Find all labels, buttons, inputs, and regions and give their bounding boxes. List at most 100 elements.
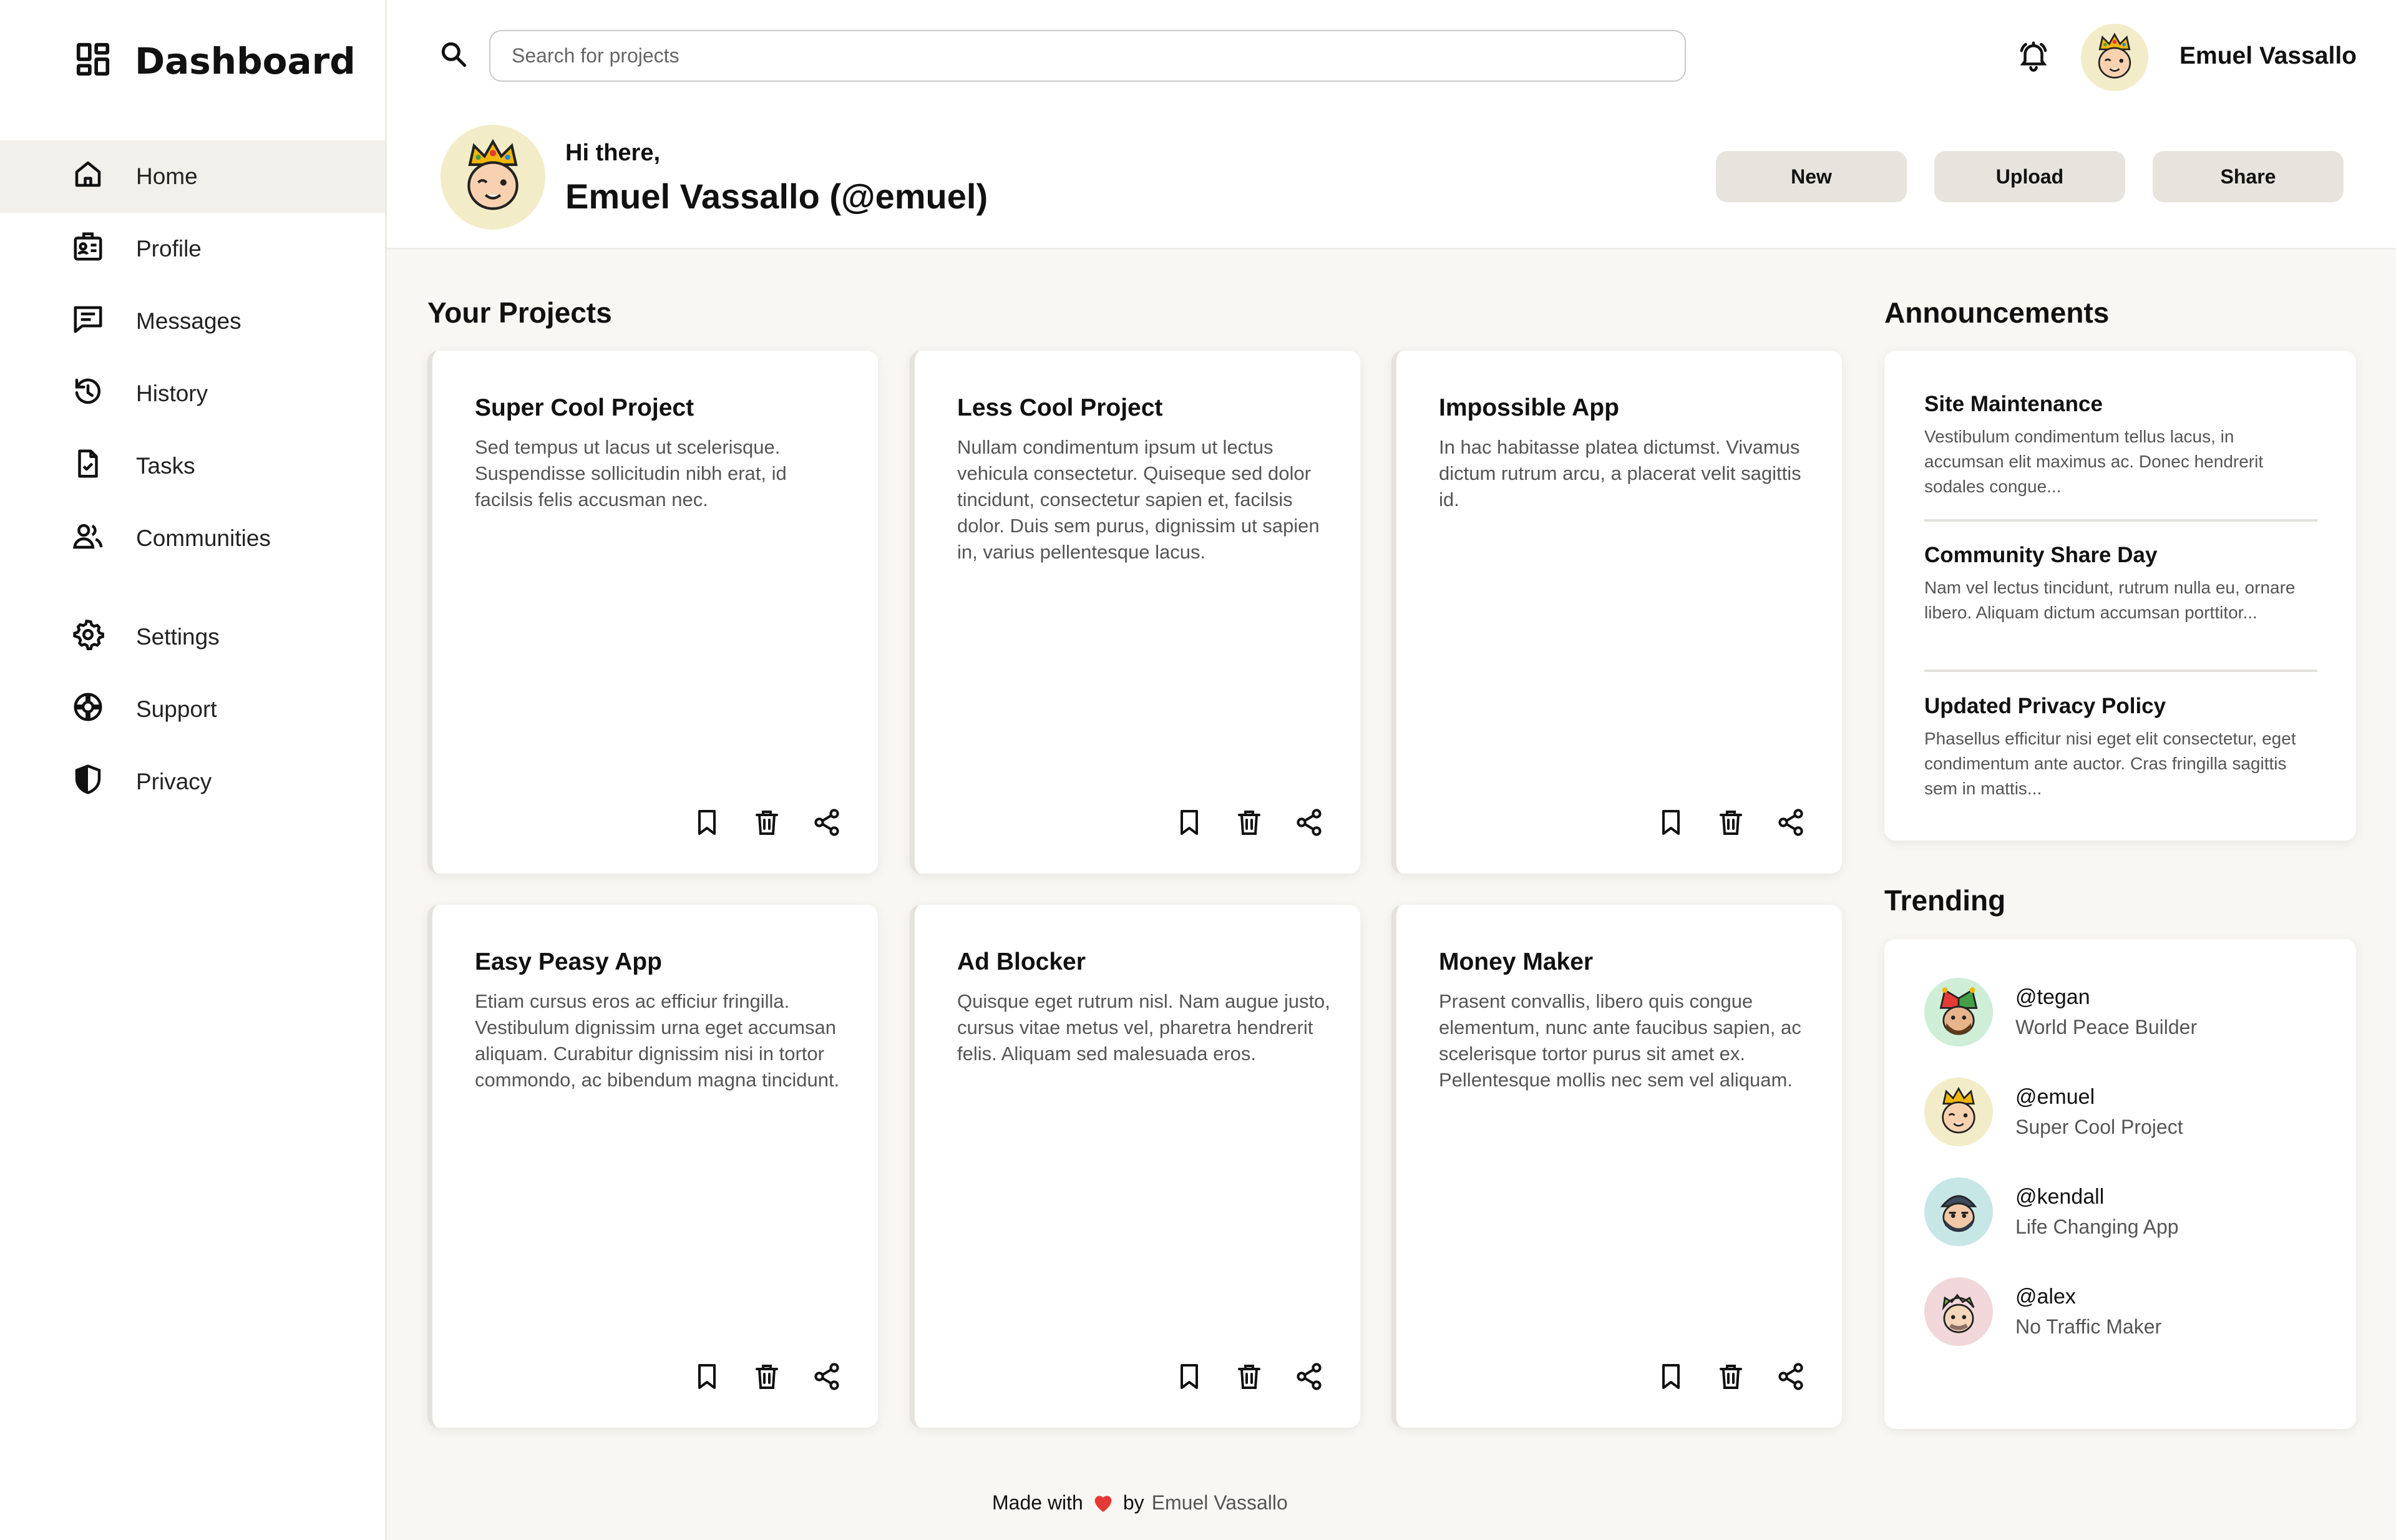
announcement-item[interactable]: Site Maintenance Vestibulum condimentum …: [1924, 392, 2317, 499]
share-button[interactable]: Share: [2153, 151, 2344, 202]
announcement-text: Nam vel lectus tincidunt, rutrum nulla e…: [1924, 578, 2296, 622]
notification-bell-icon[interactable]: [2017, 39, 2050, 72]
project-actions: [1174, 807, 1324, 837]
greeting-avatar: [441, 125, 545, 230]
trending-handle: @alex: [2015, 1285, 2076, 1309]
project-card[interactable]: Less Cool Project Nullam condimentum ipsu…: [910, 351, 1360, 874]
project-card[interactable]: Super Cool Project Sed tempus ut lacus ut…: [427, 351, 878, 874]
sidebar-item-label: Messages: [136, 308, 241, 334]
message-icon: [71, 302, 105, 341]
footer-by: by: [1123, 1491, 1144, 1514]
sidebar-item-label: Profile: [136, 236, 202, 261]
dashboard-grid-icon: [74, 40, 112, 82]
footer-made-with: Made with: [992, 1491, 1083, 1514]
bookmark-icon[interactable]: [1656, 1362, 1686, 1391]
share-icon[interactable]: [1776, 1362, 1806, 1391]
avatar: [1924, 1078, 1993, 1146]
greeting-text: Hi there,: [565, 140, 661, 166]
greeting-name: Emuel Vassallo (@emuel): [565, 177, 988, 216]
trending-info: @tegan World Peace Builder: [2015, 985, 2197, 1039]
share-icon[interactable]: [812, 1362, 842, 1391]
project-card[interactable]: Ad Blocker Quisque eget rutrum nisl. Nam …: [910, 905, 1360, 1428]
announcement-title: Updated Privacy Policy: [1924, 694, 2166, 718]
announcement-text: Phasellus efficitur nisi eget elit conse…: [1924, 729, 2296, 798]
project-description: Nullam condimentum ipsum ut lectus vehic…: [957, 436, 1320, 563]
sidebar-item-label: History: [136, 381, 208, 406]
trash-icon[interactable]: [1716, 1362, 1746, 1391]
project-title: Ad Blocker: [957, 948, 1086, 975]
project-card[interactable]: Money Maker Prasent convallis, libero qui…: [1391, 905, 1842, 1428]
user-avatar[interactable]: [2081, 24, 2148, 91]
share-icon[interactable]: [812, 807, 842, 837]
trending-item[interactable]: @alex No Traffic Maker: [1924, 1277, 2161, 1346]
trash-icon[interactable]: [752, 807, 782, 837]
sidebar-item-label: Tasks: [136, 453, 195, 479]
trending-item[interactable]: @tegan World Peace Builder: [1924, 978, 2197, 1046]
bookmark-icon[interactable]: [1174, 807, 1204, 837]
trending-title: Trending: [1884, 884, 2006, 917]
app-root: Dashboard Home Profile Messages History …: [0, 0, 2396, 1540]
announcement-title: Community Share Day: [1924, 543, 2158, 567]
sidebar-item-communities[interactable]: Communities: [0, 502, 385, 575]
project-description: In hac habitasse platea dictumst. Vivamu…: [1439, 436, 1801, 510]
project-title: Impossible App: [1439, 394, 1619, 421]
announcement-item[interactable]: Community Share Day Nam vel lectus tinci…: [1924, 543, 2317, 625]
header-user-name[interactable]: Emuel Vassallo: [2179, 42, 2357, 70]
trending-item[interactable]: @emuel Super Cool Project: [1924, 1078, 2183, 1146]
bookmark-icon[interactable]: [1656, 807, 1686, 837]
trash-icon[interactable]: [752, 1362, 782, 1391]
sidebar-item-profile[interactable]: Profile: [0, 213, 385, 285]
sidebar-item-support[interactable]: Support: [0, 673, 385, 746]
trending-project: Super Cool Project: [2015, 1116, 2183, 1138]
project-actions: [692, 1362, 842, 1391]
share-icon[interactable]: [1294, 807, 1324, 837]
bookmark-icon[interactable]: [692, 1362, 722, 1391]
trending-item[interactable]: @kendall Life Changing App: [1924, 1177, 2179, 1246]
share-icon[interactable]: [1294, 1362, 1324, 1391]
project-description: Etiam cursus eros ac efficiur fringilla.…: [475, 990, 840, 1091]
trending-info: @emuel Super Cool Project: [2015, 1085, 2183, 1139]
trash-icon[interactable]: [1234, 807, 1264, 837]
search-input[interactable]: [489, 30, 1686, 82]
projects-title: Your Projects: [427, 296, 612, 329]
announcement-text: Vestibulum condimentum tellus lacus, in …: [1924, 427, 2264, 496]
bookmark-icon[interactable]: [1174, 1362, 1204, 1391]
project-title: Money Maker: [1439, 948, 1594, 975]
bookmark-icon[interactable]: [692, 807, 722, 837]
project-card[interactable]: Easy Peasy App Etiam cursus eros ac effic…: [427, 905, 878, 1428]
project-actions: [1656, 1362, 1806, 1391]
announcement-title: Site Maintenance: [1924, 392, 2103, 416]
announcement-item[interactable]: Updated Privacy Policy Phasellus efficit…: [1924, 694, 2317, 801]
sidebar-item-home[interactable]: Home: [0, 140, 385, 213]
share-icon[interactable]: [1776, 807, 1806, 837]
trending-project: Life Changing App: [2015, 1216, 2179, 1238]
upload-button[interactable]: Upload: [1934, 151, 2125, 202]
search-icon[interactable]: [438, 39, 469, 70]
sidebar-item-label: Support: [136, 696, 217, 722]
footer-author-link[interactable]: Emuel Vassallo: [1152, 1491, 1288, 1514]
project-actions: [1174, 1362, 1324, 1391]
nav-separator: [0, 575, 385, 601]
announcement-divider: [1924, 519, 2317, 522]
brand[interactable]: Dashboard: [0, 0, 385, 122]
sidebar-item-tasks[interactable]: Tasks: [0, 430, 385, 502]
trending-project: No Traffic Maker: [2015, 1315, 2162, 1338]
history-icon: [71, 374, 105, 414]
users-icon: [71, 519, 105, 558]
new-button[interactable]: New: [1716, 151, 1907, 202]
heart-icon: [1091, 1490, 1116, 1515]
project-description: Quisque eget rutrum nisl. Nam augue just…: [957, 990, 1330, 1065]
sidebar-item-messages[interactable]: Messages: [0, 285, 385, 358]
sidebar-item-settings[interactable]: Settings: [0, 601, 385, 673]
trending-panel: @tegan World Peace Builder @emuel Super …: [1884, 939, 2356, 1429]
trash-icon[interactable]: [1716, 807, 1746, 837]
shield-icon: [71, 763, 105, 802]
project-title: Super Cool Project: [475, 394, 694, 421]
sidebar-item-privacy[interactable]: Privacy: [0, 746, 385, 818]
project-title: Easy Peasy App: [475, 948, 662, 975]
announcement-divider: [1924, 670, 2317, 672]
sidebar-item-history[interactable]: History: [0, 358, 385, 430]
project-card[interactable]: Impossible App In hac habitasse platea di…: [1391, 351, 1842, 874]
task-file-icon: [71, 447, 105, 486]
trash-icon[interactable]: [1234, 1362, 1264, 1391]
